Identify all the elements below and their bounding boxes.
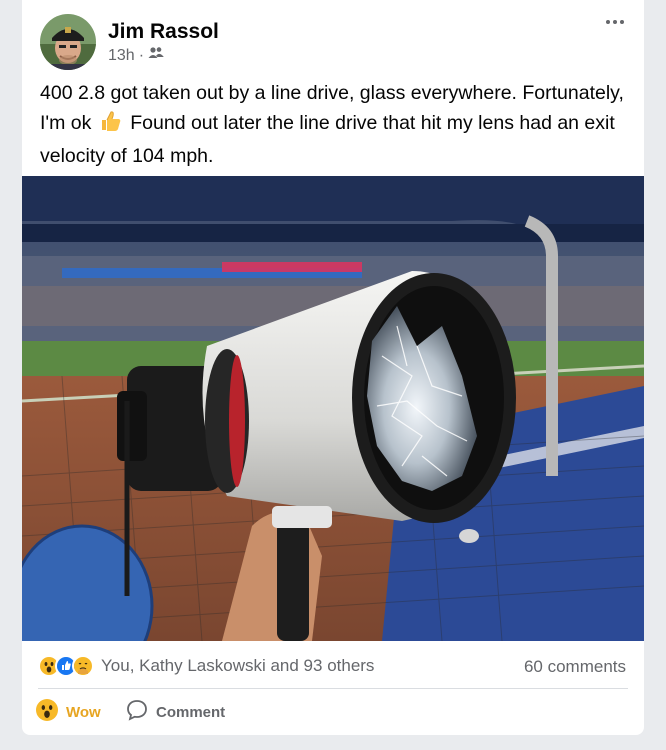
comment-button[interactable]: Comment <box>126 698 225 726</box>
wow-emoji-icon <box>36 699 58 725</box>
post-photo[interactable] <box>22 176 644 641</box>
author-name[interactable]: Jim Rassol <box>108 20 219 44</box>
care-emoji-icon <box>72 655 94 677</box>
reactions-summary[interactable]: You, Kathy Laskowski and 93 others <box>38 655 374 677</box>
comments-count[interactable]: 60 comments <box>524 657 626 677</box>
post-text-part-2: Found out later the line drive that hit … <box>40 112 615 167</box>
author-avatar[interactable] <box>40 14 96 70</box>
post-card: Jim Rassol 13h · 400 2.8 got taken out b… <box>22 0 644 735</box>
more-options-icon[interactable] <box>602 12 628 32</box>
wow-reaction-button[interactable]: Wow <box>36 698 101 726</box>
wow-label: Wow <box>66 703 101 721</box>
divider <box>38 688 628 689</box>
comment-label: Comment <box>156 703 226 721</box>
post-meta: 13h · <box>108 46 164 65</box>
post-time[interactable]: 13h <box>108 47 135 65</box>
reactions-names[interactable]: You, Kathy Laskowski and 93 others <box>101 656 374 676</box>
friends-icon[interactable] <box>148 46 164 65</box>
comment-bubble-icon <box>126 699 148 725</box>
thumbs-up-icon <box>99 110 123 141</box>
meta-separator: · <box>138 46 145 64</box>
post-text: 400 2.8 got taken out by a line drive, g… <box>40 78 626 171</box>
